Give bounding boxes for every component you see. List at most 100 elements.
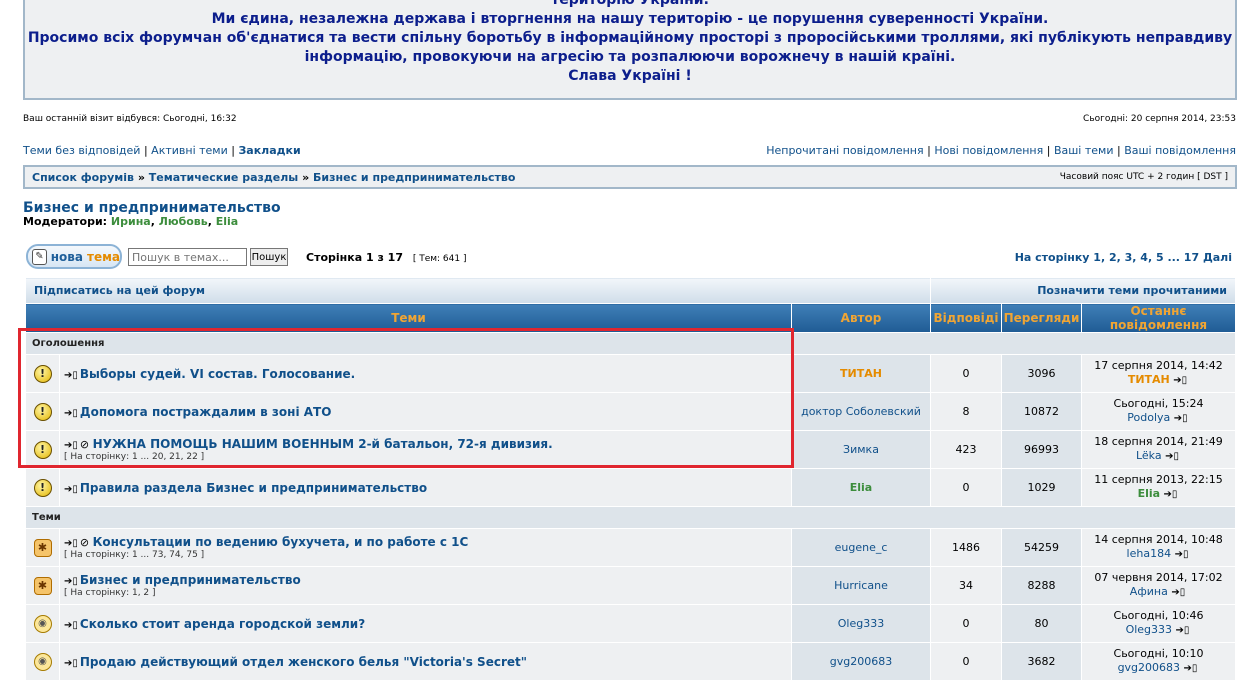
go-newest-icon[interactable]: ➔▯ bbox=[64, 408, 78, 419]
topic-pages[interactable]: [ На сторінку: 1 ... 20, 21, 22 ] bbox=[64, 452, 791, 462]
last-post-icon[interactable]: ➔▯ bbox=[1176, 624, 1190, 638]
link-your-posts[interactable]: Ваші повідомлення bbox=[1124, 144, 1236, 157]
attachment-icon: ⊘ bbox=[79, 438, 93, 451]
topic-pages[interactable]: [ На сторінку: 1 ... 73, 74, 75 ] bbox=[64, 550, 791, 560]
last-post-icon[interactable]: ➔▯ bbox=[1171, 586, 1185, 600]
topic-link[interactable]: Консультации по ведению бухучета, и по р… bbox=[93, 535, 469, 549]
link-your-topics[interactable]: Ваші теми bbox=[1054, 144, 1114, 157]
breadcrumb-forum-list[interactable]: Список форумів bbox=[32, 171, 134, 184]
author-link[interactable]: eugene_c bbox=[835, 541, 888, 554]
link-active-topics[interactable]: Активні теми bbox=[151, 144, 228, 157]
reply-count: 423 bbox=[930, 430, 1002, 469]
banner-line: Слава Україні ! bbox=[568, 68, 692, 84]
last-post-user[interactable]: leha184 bbox=[1127, 547, 1172, 560]
reply-count: 0 bbox=[930, 604, 1002, 643]
author-link[interactable]: Oleg333 bbox=[838, 617, 884, 630]
moderators-label: Модератори: bbox=[23, 215, 108, 228]
new-topic-button[interactable]: ✎ нова тема bbox=[26, 244, 122, 269]
col-last-post: Останнє повідомлення bbox=[1081, 303, 1236, 333]
announcement-icon: ! bbox=[33, 440, 52, 459]
last-post-user[interactable]: ТИТАН bbox=[1128, 373, 1170, 386]
reply-count: 0 bbox=[930, 642, 1002, 681]
pagination[interactable]: На сторінку 1, 2, 3, 4, 5 ... 17 Далі bbox=[1015, 251, 1232, 264]
last-post-user[interactable]: Oleg333 bbox=[1126, 623, 1172, 636]
last-post-icon[interactable]: ➔▯ bbox=[1174, 412, 1188, 426]
reply-count: 8 bbox=[930, 392, 1002, 431]
go-newest-icon[interactable]: ➔▯ bbox=[64, 370, 78, 381]
new-topic-icon: ✎ bbox=[32, 248, 47, 265]
timezone-info: Часовий пояс UTC + 2 годин [ DST ] bbox=[1059, 172, 1228, 182]
go-newest-icon[interactable]: ➔▯ bbox=[64, 658, 78, 669]
category-topics: Теми bbox=[25, 506, 1236, 529]
quick-links: Теми без відповідей | Активні теми | Зак… bbox=[23, 144, 1236, 157]
page-number: Сторінка 1 з 17 bbox=[306, 251, 403, 264]
search-input[interactable] bbox=[128, 248, 247, 266]
go-newest-icon[interactable]: ➔▯ bbox=[64, 440, 78, 451]
topic-icon: ◉ bbox=[33, 614, 52, 633]
table-row: ✱ ➔▯ ⊘ Консультации по ведению бухучета, … bbox=[25, 528, 1236, 567]
new-topic-label: нова bbox=[50, 249, 83, 264]
page-title[interactable]: Бизнес и предпринимательство bbox=[23, 200, 281, 216]
go-newest-icon[interactable]: ➔▯ bbox=[64, 538, 78, 549]
last-post-date: 17 серпня 2014, 14:42 bbox=[1094, 359, 1223, 372]
topic-link[interactable]: Сколько стоит аренда городской земли? bbox=[80, 617, 365, 631]
col-views: Перегляди bbox=[1001, 303, 1082, 333]
page-info: Сторінка 1 з 17 [ Тем: 641 ] bbox=[306, 251, 466, 264]
breadcrumb-section[interactable]: Тематические разделы bbox=[149, 171, 299, 184]
breadcrumb-forum[interactable]: Бизнес и предпринимательство bbox=[313, 171, 515, 184]
topic-link[interactable]: Правила раздела Бизнес и предприниматель… bbox=[80, 481, 427, 495]
reply-count: 0 bbox=[930, 354, 1002, 393]
topic-link[interactable]: Продаю действующий отдел женского белья … bbox=[80, 655, 527, 669]
go-newest-icon[interactable]: ➔▯ bbox=[64, 620, 78, 631]
topic-link[interactable]: Выборы судей. VI состав. Голосование. bbox=[80, 367, 355, 381]
last-post-icon[interactable]: ➔▯ bbox=[1173, 374, 1187, 388]
view-count: 3682 bbox=[1001, 642, 1082, 681]
link-no-replies[interactable]: Теми без відповідей bbox=[23, 144, 140, 157]
last-post-user[interactable]: gvg200683 bbox=[1118, 661, 1180, 674]
last-post-user[interactable]: Elia bbox=[1138, 487, 1160, 500]
link-unread[interactable]: Непрочитані повідомлення bbox=[766, 144, 923, 157]
mark-read-link[interactable]: Позначити теми прочитаними bbox=[1037, 284, 1227, 297]
search-button[interactable]: Пошук bbox=[250, 248, 288, 266]
last-post-icon[interactable]: ➔▯ bbox=[1175, 548, 1189, 562]
last-post-date: 18 серпня 2014, 21:49 bbox=[1094, 435, 1223, 448]
table-row: ◉ ➔▯ Продаю действующий отдел женского бе… bbox=[25, 642, 1236, 681]
reply-count: 1486 bbox=[930, 528, 1002, 567]
go-newest-icon[interactable]: ➔▯ bbox=[64, 576, 78, 587]
last-post-user[interactable]: Lëka bbox=[1136, 449, 1162, 462]
last-post-icon[interactable]: ➔▯ bbox=[1165, 450, 1179, 464]
last-post-date: 07 червня 2014, 17:02 bbox=[1094, 571, 1223, 584]
moderator-link[interactable]: Elia bbox=[216, 215, 238, 228]
last-post-icon[interactable]: ➔▯ bbox=[1164, 488, 1178, 502]
author-link[interactable]: Elia bbox=[850, 481, 872, 494]
author-link[interactable]: Hurricane bbox=[834, 579, 888, 592]
go-newest-icon[interactable]: ➔▯ bbox=[64, 484, 78, 495]
last-post-date: 14 серпня 2014, 10:48 bbox=[1094, 533, 1223, 546]
author-link[interactable]: gvg200683 bbox=[830, 655, 892, 668]
topic-link[interactable]: НУЖНА ПОМОЩЬ НАШИМ ВОЕННЫМ 2-й батальон,… bbox=[93, 437, 553, 451]
link-bookmarks[interactable]: Закладки bbox=[238, 144, 300, 157]
moderator-link[interactable]: Любовь bbox=[159, 215, 208, 228]
announcement-icon: ! bbox=[33, 364, 52, 383]
last-post-date: Сьогодні, 10:10 bbox=[1113, 647, 1204, 660]
hot-topic-icon: ✱ bbox=[33, 576, 52, 595]
banner-line: Просимо всіх форумчан об'єднатися та вес… bbox=[27, 30, 1233, 46]
last-post-user[interactable]: Podolya bbox=[1127, 411, 1170, 424]
reply-count: 0 bbox=[930, 468, 1002, 507]
subscribe-link[interactable]: Підписатись на цей форум bbox=[34, 284, 205, 297]
author-link[interactable]: доктор Соболевский bbox=[801, 405, 921, 418]
topic-link[interactable]: Бизнес и предпринимательство bbox=[80, 573, 301, 587]
link-new-posts[interactable]: Нові повідомлення bbox=[934, 144, 1043, 157]
author-link[interactable]: Зимка bbox=[843, 443, 879, 456]
moderator-link[interactable]: Ирина bbox=[111, 215, 151, 228]
author-link[interactable]: ТИТАН bbox=[840, 367, 882, 380]
topic-link[interactable]: Допомога постраждалим в зоні АТО bbox=[80, 405, 332, 419]
col-replies: Відповіді bbox=[930, 303, 1002, 333]
last-post-user[interactable]: Афина bbox=[1130, 585, 1168, 598]
visit-info: Ваш останній візит відбувся: Сьогодні, 1… bbox=[23, 114, 1236, 124]
table-row: ! ➔▯ Выборы судей. VI состав. Голосование… bbox=[25, 354, 1236, 393]
col-author: Автор bbox=[791, 303, 931, 333]
last-post-icon[interactable]: ➔▯ bbox=[1184, 662, 1198, 676]
attachment-icon: ⊘ bbox=[79, 536, 93, 549]
topic-pages[interactable]: [ На сторінку: 1, 2 ] bbox=[64, 588, 791, 598]
